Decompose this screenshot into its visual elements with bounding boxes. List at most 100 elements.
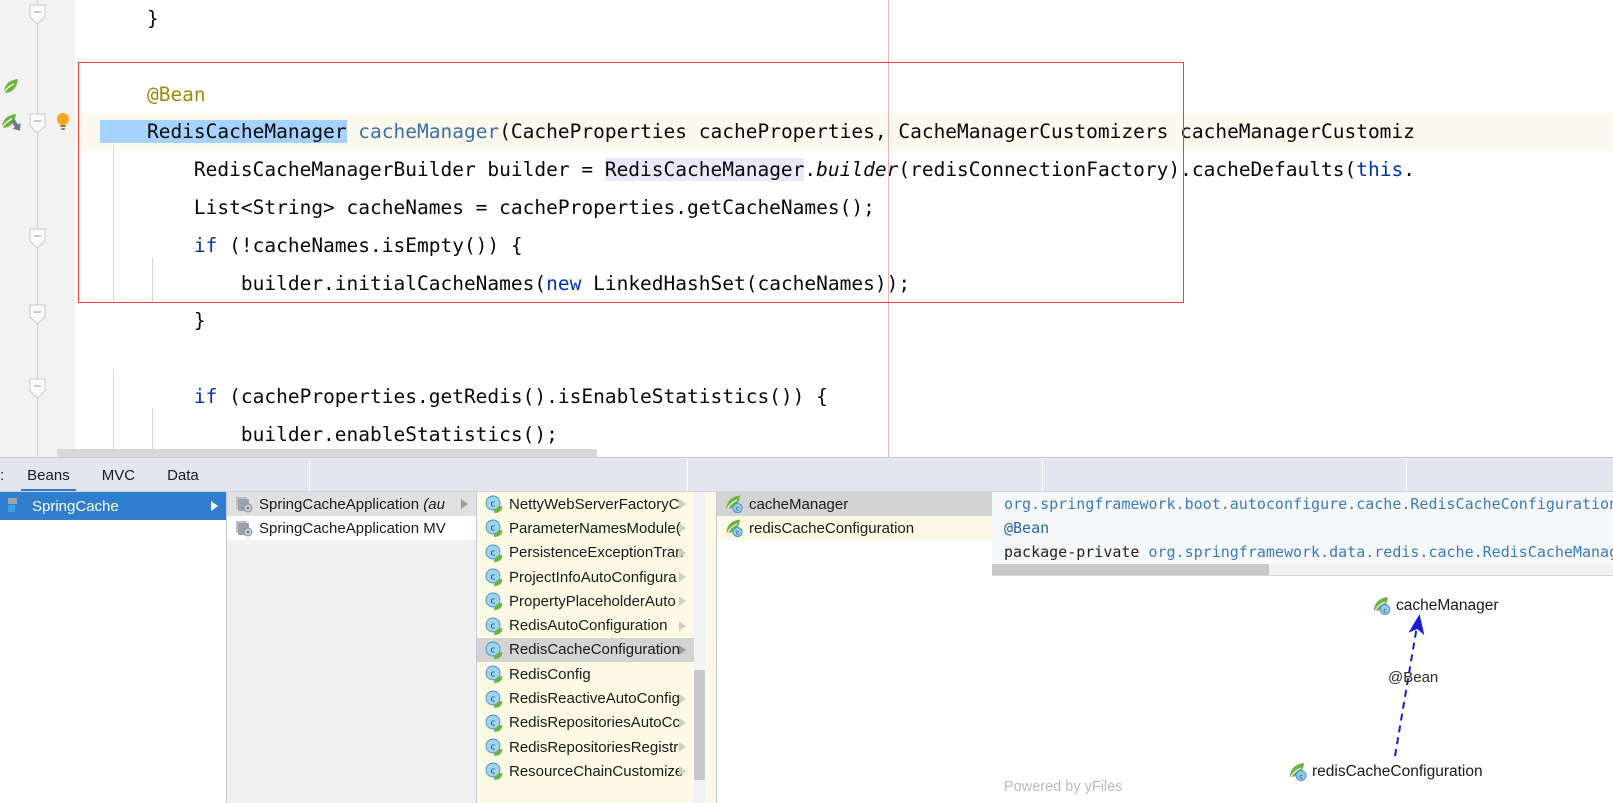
code-fold-icon[interactable] <box>29 378 46 399</box>
code-fold-icon[interactable] <box>29 304 46 325</box>
application-context-list-item[interactable]: SpringCacheApplication MV <box>227 516 476 540</box>
expand-arrow-icon[interactable] <box>679 693 686 704</box>
config-class-list-item[interactable]: c PersistenceExceptionTran <box>477 540 694 565</box>
module-icon <box>8 497 26 515</box>
code-line[interactable]: builder.enableStatistics(); <box>75 416 1613 454</box>
application-context-icon <box>235 519 253 537</box>
expand-arrow-icon[interactable] <box>461 499 468 509</box>
list-item-label: PersistenceExceptionTran <box>509 544 684 562</box>
svg-text:c: c <box>491 742 496 752</box>
code-line[interactable]: @Bean <box>75 76 1613 114</box>
code-token: builder.enableStatistics(); <box>100 422 558 446</box>
spring-config-class-icon: c <box>485 762 503 781</box>
config-scrollbar-thumb[interactable] <box>694 670 705 780</box>
config-class-list-item[interactable]: c PropertyPlaceholderAuto <box>477 589 694 614</box>
spring-leaf-gutter-icon[interactable] <box>0 76 22 98</box>
code-token: @Bean <box>100 82 206 106</box>
list-item-label: RedisReactiveAutoConfig <box>509 690 680 708</box>
list-item-label: SpringCacheApplication (au <box>259 495 445 513</box>
svg-text:c: c <box>491 694 496 704</box>
application-context-list-item[interactable]: SpringCacheApplication (au <box>227 492 476 516</box>
list-item-label: ProjectInfoAutoConfigura <box>509 568 677 586</box>
right-margin-line <box>888 0 889 458</box>
config-class-list-item[interactable]: c RedisCacheConfiguration <box>477 637 694 663</box>
code-token: (CacheProperties cacheProperties, CacheM… <box>499 120 1415 144</box>
code-token: RedisCacheManager <box>604 158 805 182</box>
config-class-list-item[interactable]: c NettyWebServerFactoryC <box>477 492 694 517</box>
list-item-label: ParameterNamesModule( <box>509 519 681 537</box>
doc-horizontal-scrollbar-thumb[interactable] <box>992 564 1269 575</box>
modules-pane[interactable]: SpringCache <box>0 492 226 803</box>
code-token: } <box>100 309 206 333</box>
spring-config-class-icon: c <box>485 519 503 538</box>
diagram-node-redis-cache-configuration[interactable]: c redisCacheConfiguration <box>1288 762 1483 781</box>
config-classes-pane[interactable]: c NettyWebServerFactoryC c ParameterName… <box>477 492 716 803</box>
expand-arrow-icon[interactable] <box>679 717 686 728</box>
code-line[interactable] <box>75 340 1613 378</box>
expand-arrow-icon[interactable] <box>679 596 686 607</box>
spring-config-class-icon: c <box>485 592 503 611</box>
code-line[interactable] <box>75 38 1613 76</box>
module-list-item[interactable]: SpringCache <box>0 492 226 520</box>
svg-text:c: c <box>491 548 496 558</box>
expand-arrow-icon[interactable] <box>679 644 686 655</box>
tab-data[interactable]: Data <box>151 458 215 492</box>
code-line[interactable]: if (cacheProperties.getRedis().isEnableS… <box>75 378 1613 416</box>
expand-arrow-icon[interactable] <box>679 766 686 777</box>
svg-text:c: c <box>491 597 496 607</box>
expand-arrow-icon[interactable] <box>679 499 686 510</box>
expand-arrow-icon[interactable] <box>211 501 218 511</box>
config-class-list-item[interactable]: c RedisRepositoriesAutoCc <box>477 710 694 735</box>
code-line[interactable]: } <box>75 0 1613 38</box>
config-class-list-item[interactable]: c RedisAutoConfiguration <box>477 613 694 638</box>
code-fold-icon[interactable] <box>29 4 46 25</box>
code-line[interactable]: RedisCacheManager cacheManager(CacheProp… <box>75 113 1613 152</box>
spring-config-class-icon: c <box>485 568 503 587</box>
expand-arrow-icon[interactable] <box>679 742 686 753</box>
config-class-list-item[interactable]: c RedisConfig <box>477 662 694 687</box>
code-fold-icon[interactable] <box>29 113 46 134</box>
spring-leaf-override-gutter-icon[interactable] <box>0 112 22 134</box>
contexts-pane[interactable]: SpringCacheApplication (au SpringCacheAp… <box>227 492 476 803</box>
bean-dependency-diagram[interactable]: c cacheManager c redisCacheConfiguration… <box>992 576 1613 803</box>
spring-bean-icon: c <box>725 495 743 513</box>
expand-arrow-icon[interactable] <box>679 547 686 558</box>
code-editor[interactable]: } @Bean RedisCacheManager cacheManager(C… <box>0 0 1613 458</box>
code-line[interactable]: } <box>75 302 1613 340</box>
config-class-list-item[interactable]: c ParameterNamesModule( <box>477 516 694 541</box>
tab-data-label: Data <box>167 466 199 484</box>
beans-pane[interactable]: c cacheManager c redisCacheConfiguration <box>717 492 958 803</box>
code-token: LinkedHashSet(cacheNames)); <box>581 271 911 295</box>
svg-text:c: c <box>1299 772 1303 780</box>
expand-arrow-icon[interactable] <box>679 523 686 534</box>
diagram-node-cache-manager[interactable]: c cacheManager <box>1372 596 1499 615</box>
diagram-watermark: Powered by yFiles <box>1004 779 1123 795</box>
code-line[interactable]: if (!cacheNames.isEmpty()) { <box>75 227 1613 265</box>
code-fold-icon[interactable] <box>29 228 46 249</box>
spring-config-class-icon: c <box>485 617 503 635</box>
config-class-list-item[interactable]: c ProjectInfoAutoConfigura <box>477 564 694 590</box>
code-line[interactable]: List<String> cacheNames = cachePropertie… <box>75 189 1613 227</box>
config-class-list-item[interactable]: c RedisRepositoriesRegistr <box>477 734 694 760</box>
code-token: . <box>1403 158 1415 182</box>
code-line[interactable]: RedisCacheManagerBuilder builder = Redis… <box>75 151 1613 189</box>
expand-arrow-icon[interactable] <box>679 620 686 631</box>
expand-arrow-icon[interactable] <box>679 572 686 583</box>
editor-annotation-gutter[interactable] <box>0 0 22 458</box>
config-class-list-item[interactable]: c RedisReactiveAutoConfig <box>477 686 694 711</box>
tabbar-separator <box>1406 458 1407 492</box>
bean-list-item[interactable]: c cacheManager <box>717 492 958 516</box>
doc-token: org.springframework.boot.autoconfigure.c… <box>1004 495 1613 513</box>
intention-bulb-icon[interactable] <box>55 112 71 132</box>
svg-text:c: c <box>491 670 496 680</box>
bean-list-item[interactable]: c redisCacheConfiguration <box>717 516 958 540</box>
list-item-label: SpringCacheApplication MV <box>259 519 446 537</box>
tab-mvc[interactable]: MVC <box>86 458 151 492</box>
spring-tool-window: : Beans MVC Data SpringCache SpringCache… <box>0 458 1613 803</box>
spring-bean-icon: c <box>725 519 743 537</box>
code-line[interactable]: builder.initialCacheNames(new LinkedHash… <box>75 265 1613 303</box>
tab-beans[interactable]: Beans <box>11 458 86 492</box>
config-class-list-item[interactable]: c ResourceChainCustomize <box>477 759 694 784</box>
editor-source-text[interactable]: } @Bean RedisCacheManager cacheManager(C… <box>75 0 1613 458</box>
